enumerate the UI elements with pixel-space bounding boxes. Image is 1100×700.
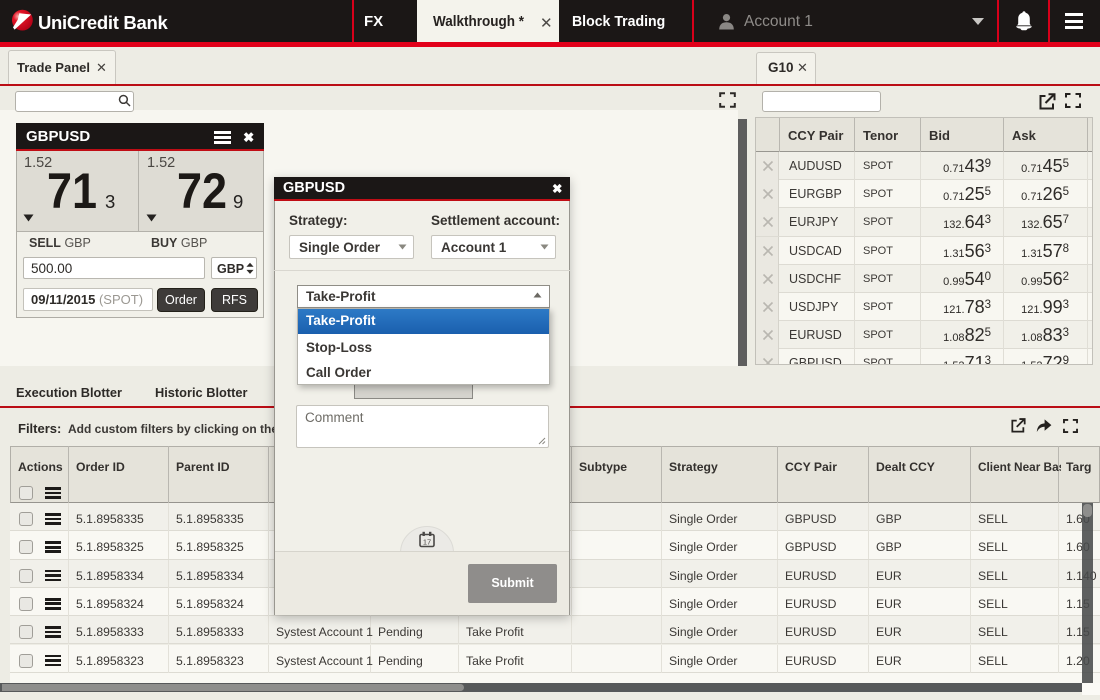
svg-text:17: 17	[423, 538, 431, 547]
